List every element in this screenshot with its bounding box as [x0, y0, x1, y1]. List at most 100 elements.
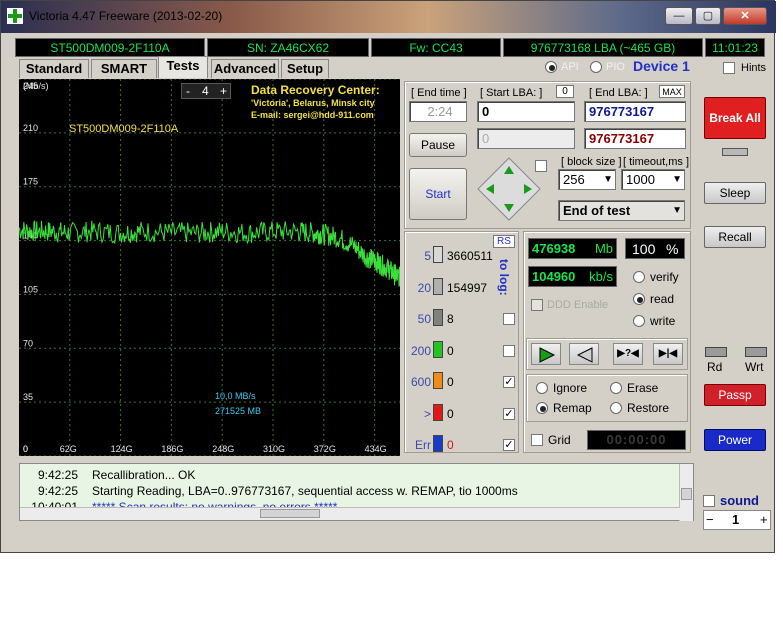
start-button[interactable]: Start [409, 168, 467, 220]
counter-row: 600 0 ✓ [405, 372, 517, 394]
sound-stepper[interactable]: − 1 + [703, 510, 771, 530]
verify-label: verify [650, 270, 679, 284]
grid-checkbox[interactable] [531, 434, 543, 446]
tab-smart[interactable]: SMART [91, 59, 157, 78]
x-tick-label: 372G [314, 444, 336, 454]
to-log-checkbox[interactable] [503, 344, 515, 357]
log-scroll-thumb[interactable] [681, 488, 692, 500]
restore-radio[interactable] [610, 402, 622, 414]
counter-label: 600 [410, 375, 431, 389]
back-button[interactable] [569, 343, 599, 365]
speed-display: 104960 kb/s [528, 266, 617, 287]
y-tick-label: 105 [23, 284, 38, 294]
to-log-checkbox[interactable] [503, 313, 515, 325]
log-time: 9:42:25 [37, 484, 78, 498]
drive-serial: SN: ZA46CX62 [207, 38, 369, 57]
block-size-select[interactable]: 256 ▼ [558, 169, 616, 190]
pause-button[interactable]: Pause [409, 133, 467, 157]
sound-checkbox[interactable] [703, 495, 715, 507]
counter-color-block [433, 309, 443, 326]
y-unit-label: (Mb/s) [23, 81, 49, 91]
tab-standard[interactable]: Standard [19, 59, 89, 78]
counter-color-block [433, 372, 443, 389]
graph-size: 271525 MB [215, 406, 262, 416]
tab-advanced[interactable]: Advanced [211, 59, 279, 78]
passp-button[interactable]: Passp [704, 384, 766, 406]
log-text: Recallibration... OK [92, 468, 196, 482]
break-all-button[interactable]: Break All [704, 97, 766, 139]
start-lba-badge[interactable]: 0 [556, 85, 574, 98]
counter-color-block [433, 435, 443, 452]
clock: 11:01:23 [705, 38, 765, 57]
sleep-button[interactable]: Sleep [704, 182, 766, 204]
sound-decrement[interactable]: − [706, 512, 714, 527]
back-icon [576, 347, 593, 363]
play-icon [539, 347, 556, 363]
progress-percent: 100 [632, 241, 656, 257]
ignore-radio[interactable] [536, 382, 548, 394]
random-button[interactable]: ▶?◀ [613, 343, 643, 365]
counter-value: 8 [447, 312, 454, 326]
sound-increment[interactable]: + [760, 512, 768, 527]
tab-tests[interactable]: Tests [158, 56, 208, 78]
drive-lba: 976773168 LBA (~465 GB) [503, 38, 703, 57]
to-log-checkbox[interactable]: ✓ [503, 407, 515, 420]
app-icon [7, 8, 23, 24]
log-time: 9:42:25 [37, 468, 78, 482]
pio-radio[interactable] [590, 61, 602, 73]
pio-label: PIO [606, 61, 625, 73]
counter-row: 5 3660511 [405, 246, 517, 268]
api-radio[interactable] [545, 61, 557, 73]
log-text: Starting Reading, LBA=0..976773167, sequ… [92, 484, 518, 498]
counter-row: 20 154997 [405, 277, 517, 300]
butterfly-button[interactable]: ▶|◀ [653, 343, 683, 365]
block-size-label: [ block size ] [561, 156, 622, 168]
minimize-button[interactable]: — [665, 7, 693, 25]
recovery-title: Data Recovery Center: [251, 83, 380, 97]
write-radio[interactable] [633, 315, 645, 327]
device-selector[interactable]: Device 1 [633, 58, 690, 74]
wrt-led [745, 347, 767, 357]
scale-minus[interactable]: - [186, 84, 190, 98]
log-hscroll-thumb[interactable] [260, 509, 320, 518]
x-origin-label: 0 [23, 444, 28, 454]
close-button[interactable]: ✕ [723, 7, 767, 25]
counter-label: > [423, 406, 431, 421]
remap-radio[interactable] [536, 402, 548, 414]
log-horizontal-scrollbar[interactable] [20, 507, 680, 520]
read-radio[interactable] [633, 293, 645, 305]
recall-button[interactable]: Recall [704, 226, 766, 248]
x-tick-label: 310G [263, 444, 285, 454]
play-button[interactable] [531, 343, 561, 365]
counter-value: 0 [447, 375, 454, 389]
maximize-button[interactable]: ▢ [695, 7, 721, 25]
to-log-checkbox[interactable]: ✓ [503, 439, 515, 451]
progress-mb: 476938 [532, 241, 576, 256]
hints-checkbox[interactable] [723, 62, 735, 74]
end-lba-max-button[interactable]: MAX [659, 85, 685, 98]
end-time-field[interactable]: 2:24 [409, 101, 467, 122]
log-vertical-scrollbar[interactable] [679, 464, 693, 521]
graph-scale-spinner[interactable]: - 4 + [181, 83, 231, 99]
timeout-select[interactable]: 1000 ▼ [621, 169, 685, 190]
log-panel[interactable]: 9:42:25 Recallibration... OK 9:42:25 Starti… [19, 463, 694, 521]
chevron-down-icon: ▼ [603, 174, 613, 185]
power-button[interactable]: Power [704, 429, 766, 451]
scale-value: 4 [202, 84, 209, 98]
end-lba-field[interactable]: 976773167 [584, 101, 686, 122]
tab-setup[interactable]: Setup [281, 59, 329, 78]
erase-radio[interactable] [610, 382, 622, 394]
verify-radio[interactable] [633, 271, 645, 283]
title-bar[interactable]: Victoria 4.47 Freeware (2013-02-20) — ▢ … [1, 1, 776, 33]
sound-value: 1 [732, 512, 740, 527]
counter-value: 3660511 [447, 249, 493, 263]
counter-label: 200 [410, 343, 431, 358]
ddd-checkbox[interactable] [531, 299, 543, 311]
to-log-checkbox[interactable]: ✓ [503, 376, 515, 388]
scale-plus[interactable]: + [220, 84, 227, 98]
start-lba-field[interactable]: 0 [477, 101, 575, 122]
end-action-select[interactable]: End of test ▼ [558, 200, 685, 221]
direction-checkbox[interactable] [535, 160, 547, 172]
direction-pad[interactable] [476, 156, 542, 222]
timeout-label: [ timeout,ms ] [623, 156, 690, 168]
